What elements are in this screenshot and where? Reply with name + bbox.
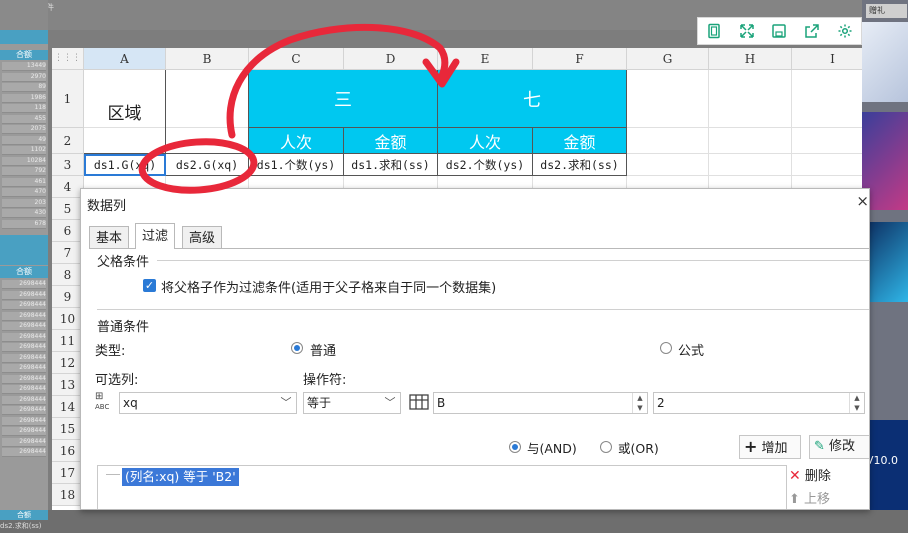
annotation-arrow-curve (226, 23, 449, 139)
tab-filter[interactable]: 过滤 (135, 223, 176, 249)
annotation-overlay (138, 23, 460, 194)
annotation-circle (138, 138, 258, 194)
